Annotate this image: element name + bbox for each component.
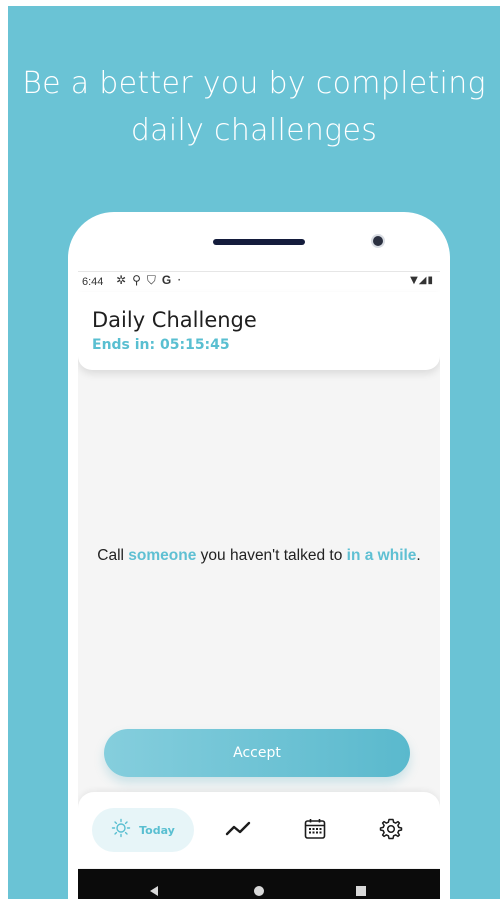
status-time: 6:44 — [82, 276, 104, 288]
back-icon — [148, 882, 160, 899]
settings-icon: ✲ — [116, 273, 133, 287]
dot-icon: · — [177, 273, 188, 287]
promo-headline-line2: daily challenges — [130, 113, 378, 148]
accept-button[interactable]: Accept — [104, 729, 410, 777]
home-button[interactable] — [249, 881, 269, 899]
nav-item-today[interactable]: Today — [92, 808, 194, 852]
status-right-icons: ▼◢▮ — [410, 275, 434, 286]
system-nav-bar — [78, 869, 440, 899]
phone-frame: 6:44 ✲⚲⛉G· ▼◢▮ Daily Challenge Ends in: … — [68, 212, 450, 899]
challenge-text: Call someone you haven't talked to in a … — [92, 546, 426, 566]
calendar-icon — [303, 817, 327, 845]
challenge-text-part: Call — [97, 547, 129, 564]
nav-item-settings[interactable] — [376, 816, 406, 846]
challenge-highlight: in a while — [346, 547, 417, 564]
wifi-icon: ▼ — [410, 275, 419, 286]
back-button[interactable] — [144, 881, 164, 899]
phone-camera — [373, 236, 383, 246]
shield-icon: ⛉ — [146, 273, 162, 287]
page-title: Daily Challenge — [92, 308, 257, 332]
status-bar: 6:44 ✲⚲⛉G· ▼◢▮ — [78, 272, 440, 292]
google-icon: G — [161, 273, 178, 287]
bottom-nav: Today — [78, 792, 440, 868]
trend-icon — [225, 819, 253, 843]
countdown-label: Ends in: 05:15:45 — [92, 337, 230, 353]
app-header: Daily Challenge Ends in: 05:15:45 — [78, 292, 440, 370]
challenge-text-part: you haven't talked to — [196, 547, 347, 564]
location-icon: ⚲ — [132, 273, 147, 287]
nav-item-calendar[interactable] — [300, 816, 330, 846]
promo-panel: Be a better you by completing daily chal… — [8, 6, 500, 899]
home-icon — [253, 882, 265, 899]
promo-headline: Be a better you by completing daily chal… — [8, 60, 500, 154]
nav-item-today-label: Today — [139, 823, 175, 837]
battery-icon: ▮ — [427, 275, 434, 286]
phone-speaker — [213, 239, 305, 245]
challenge-text-part: . — [416, 547, 421, 564]
recents-button[interactable] — [351, 881, 371, 899]
app-screen: 6:44 ✲⚲⛉G· ▼◢▮ Daily Challenge Ends in: … — [78, 271, 440, 899]
nav-item-trends[interactable] — [224, 816, 254, 846]
promo-headline-line1: Be a better you by completing — [22, 66, 486, 101]
challenge-highlight: someone — [128, 547, 197, 564]
gear-icon — [379, 817, 403, 845]
status-left-icons: ✲⚲⛉G· — [116, 273, 187, 288]
sun-icon — [111, 818, 131, 842]
recents-icon — [355, 882, 367, 899]
